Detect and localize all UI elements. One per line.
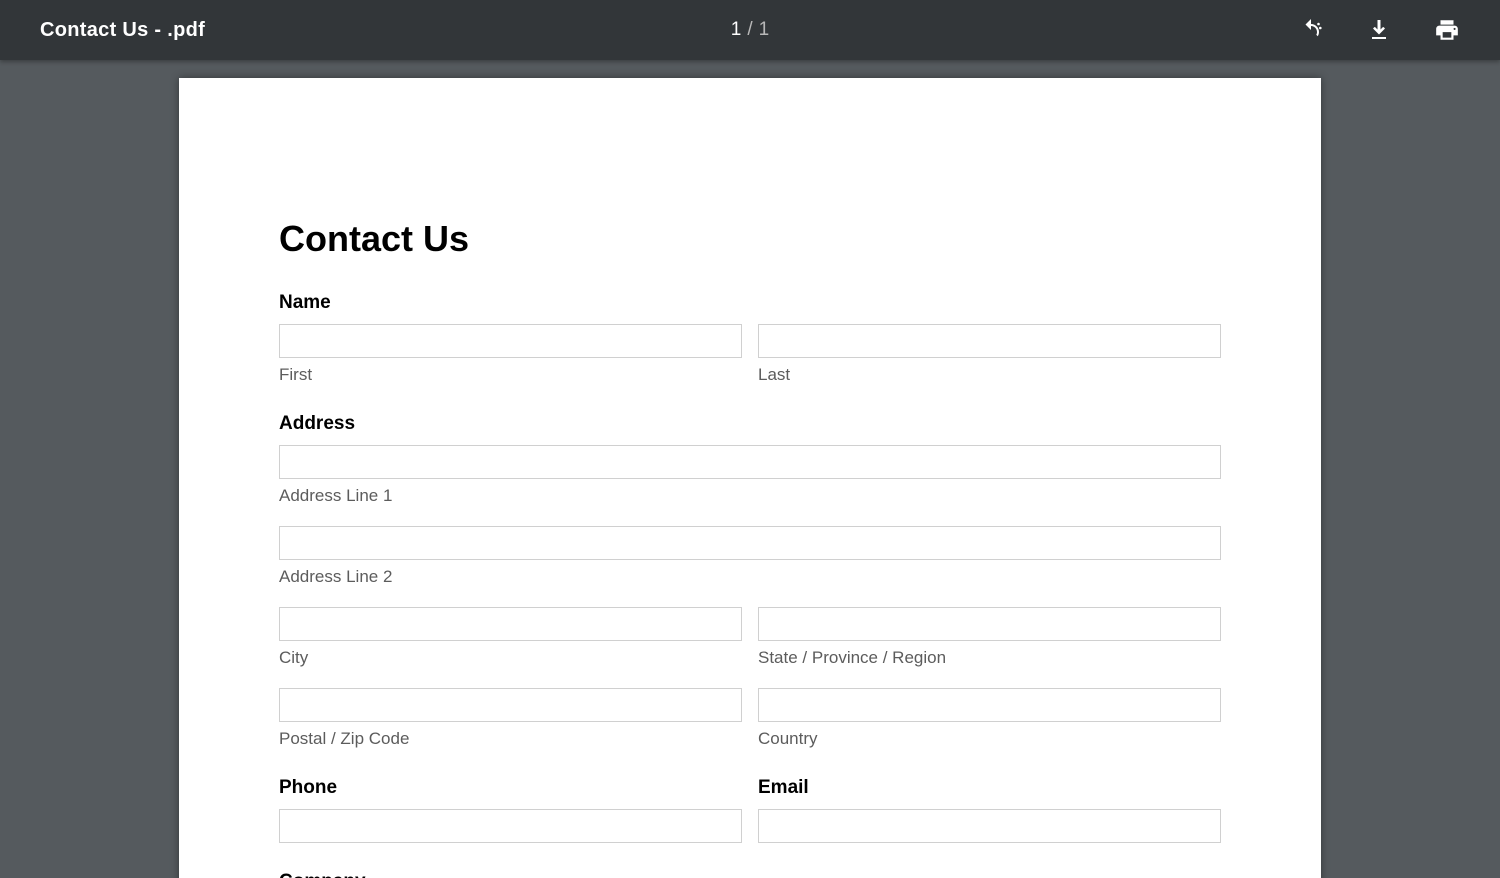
postal-sublabel: Postal / Zip Code — [279, 729, 742, 749]
last-name-sublabel: Last — [758, 365, 1221, 385]
country-field[interactable] — [758, 688, 1221, 722]
total-pages-number: 1 — [759, 19, 770, 41]
first-name-field[interactable] — [279, 324, 742, 358]
city-sublabel: City — [279, 648, 742, 668]
page-title: Contact Us — [279, 218, 1221, 260]
pdf-viewer-area[interactable]: Contact Us Name First Last Address Addre… — [0, 60, 1500, 878]
current-page-number: 1 — [731, 19, 742, 41]
city-field[interactable] — [279, 607, 742, 641]
address-line2-field[interactable] — [279, 526, 1221, 560]
address-line2-sublabel: Address Line 2 — [279, 567, 1221, 587]
email-field[interactable] — [758, 809, 1221, 843]
pdf-toolbar: Contact Us - .pdf 1 / 1 — [0, 0, 1500, 60]
download-icon[interactable] — [1366, 17, 1392, 43]
name-section-label: Name — [279, 292, 1221, 314]
document-title: Contact Us - .pdf — [40, 19, 205, 42]
company-section-label: Company — [279, 871, 1221, 878]
address-line1-field[interactable] — [279, 445, 1221, 479]
email-section-label: Email — [758, 777, 1221, 799]
print-icon[interactable] — [1434, 17, 1460, 43]
page-divider: / — [747, 19, 752, 41]
phone-section-label: Phone — [279, 777, 742, 799]
postal-field[interactable] — [279, 688, 742, 722]
first-name-sublabel: First — [279, 365, 742, 385]
state-sublabel: State / Province / Region — [758, 648, 1221, 668]
phone-field[interactable] — [279, 809, 742, 843]
toolbar-actions — [1298, 17, 1460, 43]
state-field[interactable] — [758, 607, 1221, 641]
rotate-icon[interactable] — [1298, 17, 1324, 43]
pdf-page: Contact Us Name First Last Address Addre… — [179, 78, 1321, 878]
address-section-label: Address — [279, 413, 1221, 435]
country-sublabel: Country — [758, 729, 1221, 749]
page-indicator: 1 / 1 — [731, 19, 769, 41]
last-name-field[interactable] — [758, 324, 1221, 358]
address-line1-sublabel: Address Line 1 — [279, 486, 1221, 506]
